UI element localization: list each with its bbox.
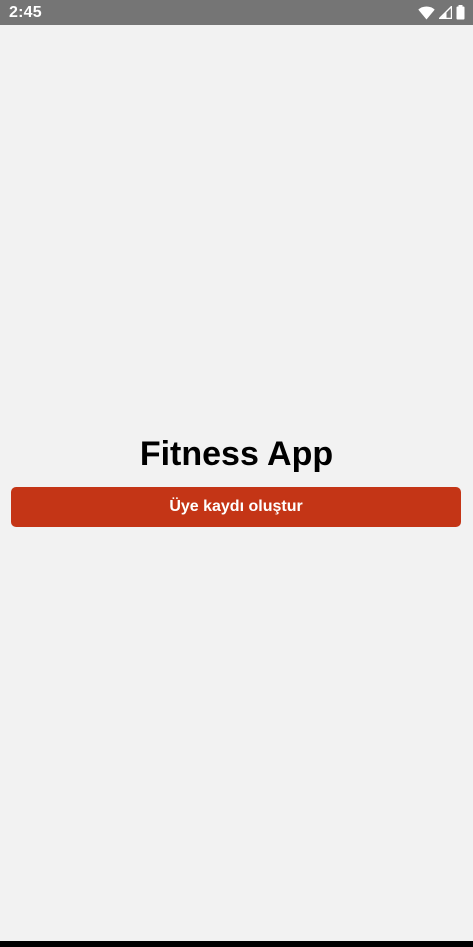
status-bar: 2:45	[0, 0, 473, 25]
cellular-signal-icon	[437, 4, 453, 20]
wifi-icon	[418, 6, 435, 20]
app-title: Fitness App	[139, 435, 334, 473]
status-icons	[418, 4, 465, 21]
status-time: 2:45	[9, 4, 42, 21]
app-content: Fitness App Üye kaydı oluştur	[0, 25, 473, 941]
navigation-bar	[0, 941, 473, 947]
battery-icon	[456, 5, 465, 20]
register-button[interactable]: Üye kaydı oluştur	[11, 487, 461, 527]
